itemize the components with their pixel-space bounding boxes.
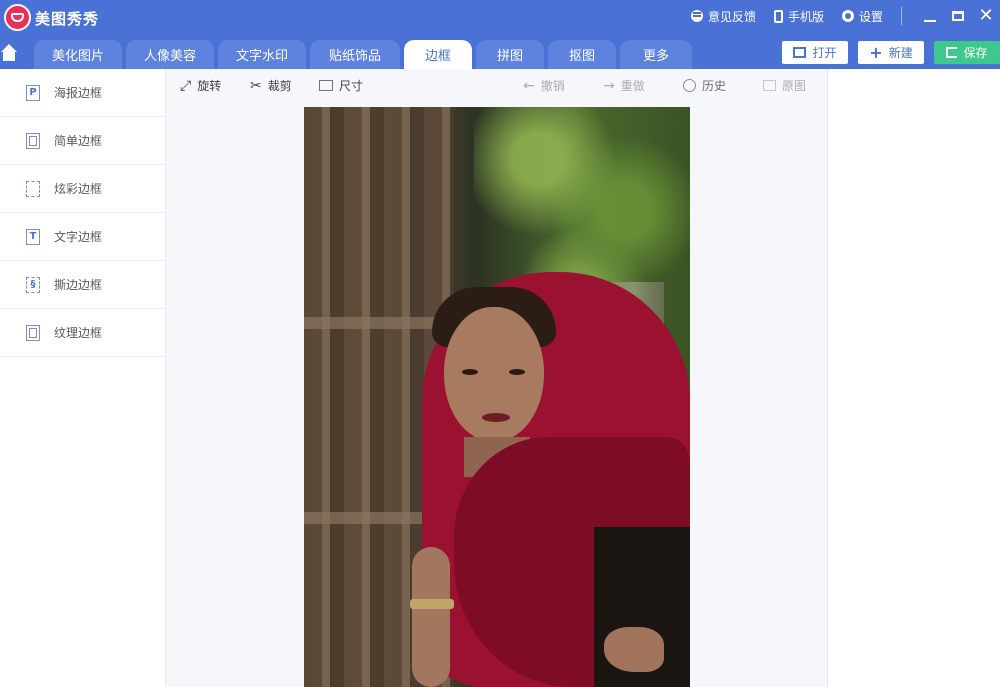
history-label: 历史 (702, 79, 727, 93)
sidebar-item-label: 海报边框 (54, 86, 103, 100)
new-label: 新建 (888, 46, 913, 60)
sidebar-item-label: 文字边框 (54, 230, 103, 244)
rotate-button[interactable]: ⤢ 旋转 (180, 77, 221, 94)
scissors-icon: ✂ (250, 77, 262, 94)
feedback-button[interactable]: 意见反馈 (690, 8, 756, 25)
chat-icon (690, 10, 703, 22)
redo-label: 重做 (620, 79, 645, 93)
sidebar-item-simple-frame[interactable]: 简单边框 (0, 117, 165, 165)
close-button[interactable]: ✕ (972, 0, 1000, 32)
home-button[interactable] (0, 44, 18, 62)
save-label: 保存 (963, 46, 988, 60)
rotate-icon: ⤢ (180, 77, 192, 94)
sidebar-item-texture-frame[interactable]: 纹理边框 (0, 309, 165, 357)
undo-button[interactable]: ← 撤销 (523, 77, 565, 94)
feedback-label: 意见反馈 (707, 9, 756, 24)
plus-icon: + (869, 42, 883, 62)
divider (901, 7, 902, 25)
tab-portrait[interactable]: 人像美容 (126, 40, 214, 69)
frame-material-panel (827, 69, 1000, 687)
crop-label: 裁剪 (267, 79, 292, 93)
title-bar: 美图秀秀 意见反馈 手机版 设置 ✕ (0, 0, 1000, 37)
sidebar-item-label: 撕边边框 (54, 278, 103, 292)
tab-frames[interactable]: 边框 (404, 40, 472, 69)
new-button[interactable]: + 新建 (858, 41, 924, 64)
sidebar-item-poster-frame[interactable]: P 海报边框 (0, 69, 165, 117)
sidebar-item-label: 炫彩边框 (54, 182, 103, 196)
edited-photo[interactable] (304, 107, 690, 687)
home-icon (1, 44, 17, 52)
app-logo (4, 4, 31, 31)
mobile-version-button[interactable]: 手机版 (773, 8, 824, 25)
settings-label: 设置 (858, 9, 883, 24)
text-frame-icon: T (26, 228, 40, 245)
sidebar-item-text-frame[interactable]: T 文字边框 (0, 213, 165, 261)
sidebar-item-label: 纹理边框 (54, 326, 103, 340)
open-button[interactable]: 打开 (782, 41, 848, 64)
poster-frame-icon: P (26, 84, 40, 101)
resize-icon (319, 80, 333, 91)
clock-icon (683, 79, 696, 92)
close-icon: ✕ (978, 5, 994, 26)
tab-beautify[interactable]: 美化图片 (34, 40, 122, 69)
export-icon (946, 47, 958, 58)
tab-stickers[interactable]: 贴纸饰品 (310, 40, 400, 69)
history-button[interactable]: 历史 (683, 77, 726, 94)
size-button[interactable]: 尺寸 (319, 77, 363, 94)
canvas-area: ⤢ 旋转 ✂ 裁剪 尺寸 ← 撤销 → 重做 历史 原图 (166, 69, 827, 687)
phone-icon (773, 9, 783, 23)
sidebar-item-torn-frame[interactable]: § 撕边边框 (0, 261, 165, 309)
frame-category-sidebar: P 海报边框 简单边框 炫彩边框 T 文字边框 § 撕边边框 纹理边框 (0, 69, 166, 687)
redo-arrow-icon: → (603, 77, 615, 94)
redo-button[interactable]: → 重做 (603, 77, 645, 94)
rotate-label: 旋转 (197, 79, 222, 93)
colorful-frame-icon (26, 180, 40, 197)
sidebar-item-label: 简单边框 (54, 134, 103, 148)
image-icon (793, 47, 807, 58)
tab-text-watermark[interactable]: 文字水印 (218, 40, 306, 69)
size-label: 尺寸 (339, 79, 364, 93)
gear-icon (841, 10, 854, 22)
simple-frame-icon (26, 132, 40, 149)
image-icon (763, 80, 776, 91)
settings-button[interactable]: 设置 (841, 8, 883, 25)
tab-bar: 美化图片 人像美容 文字水印 贴纸饰品 边框 拼图 抠图 更多 打开 + 新建 … (0, 37, 1000, 69)
sidebar-item-colorful-frame[interactable]: 炫彩边框 (0, 165, 165, 213)
mobile-label: 手机版 (787, 9, 824, 24)
original-label: 原图 (782, 79, 807, 93)
torn-frame-icon: § (26, 276, 40, 293)
tab-cutout[interactable]: 抠图 (548, 40, 616, 69)
undo-arrow-icon: ← (523, 77, 535, 94)
original-button[interactable]: 原图 (763, 77, 806, 94)
minimize-button[interactable] (916, 0, 944, 32)
open-label: 打开 (812, 46, 837, 60)
crop-button[interactable]: ✂ 裁剪 (250, 77, 292, 94)
app-title: 美图秀秀 (35, 10, 100, 28)
tab-more[interactable]: 更多 (620, 40, 692, 69)
maximize-icon (952, 11, 964, 21)
texture-frame-icon (26, 324, 40, 341)
save-button[interactable]: 保存 (934, 41, 1000, 64)
tab-collage[interactable]: 拼图 (476, 40, 544, 69)
maximize-button[interactable] (944, 0, 972, 32)
undo-label: 撤销 (540, 79, 565, 93)
minimize-icon (924, 20, 936, 22)
